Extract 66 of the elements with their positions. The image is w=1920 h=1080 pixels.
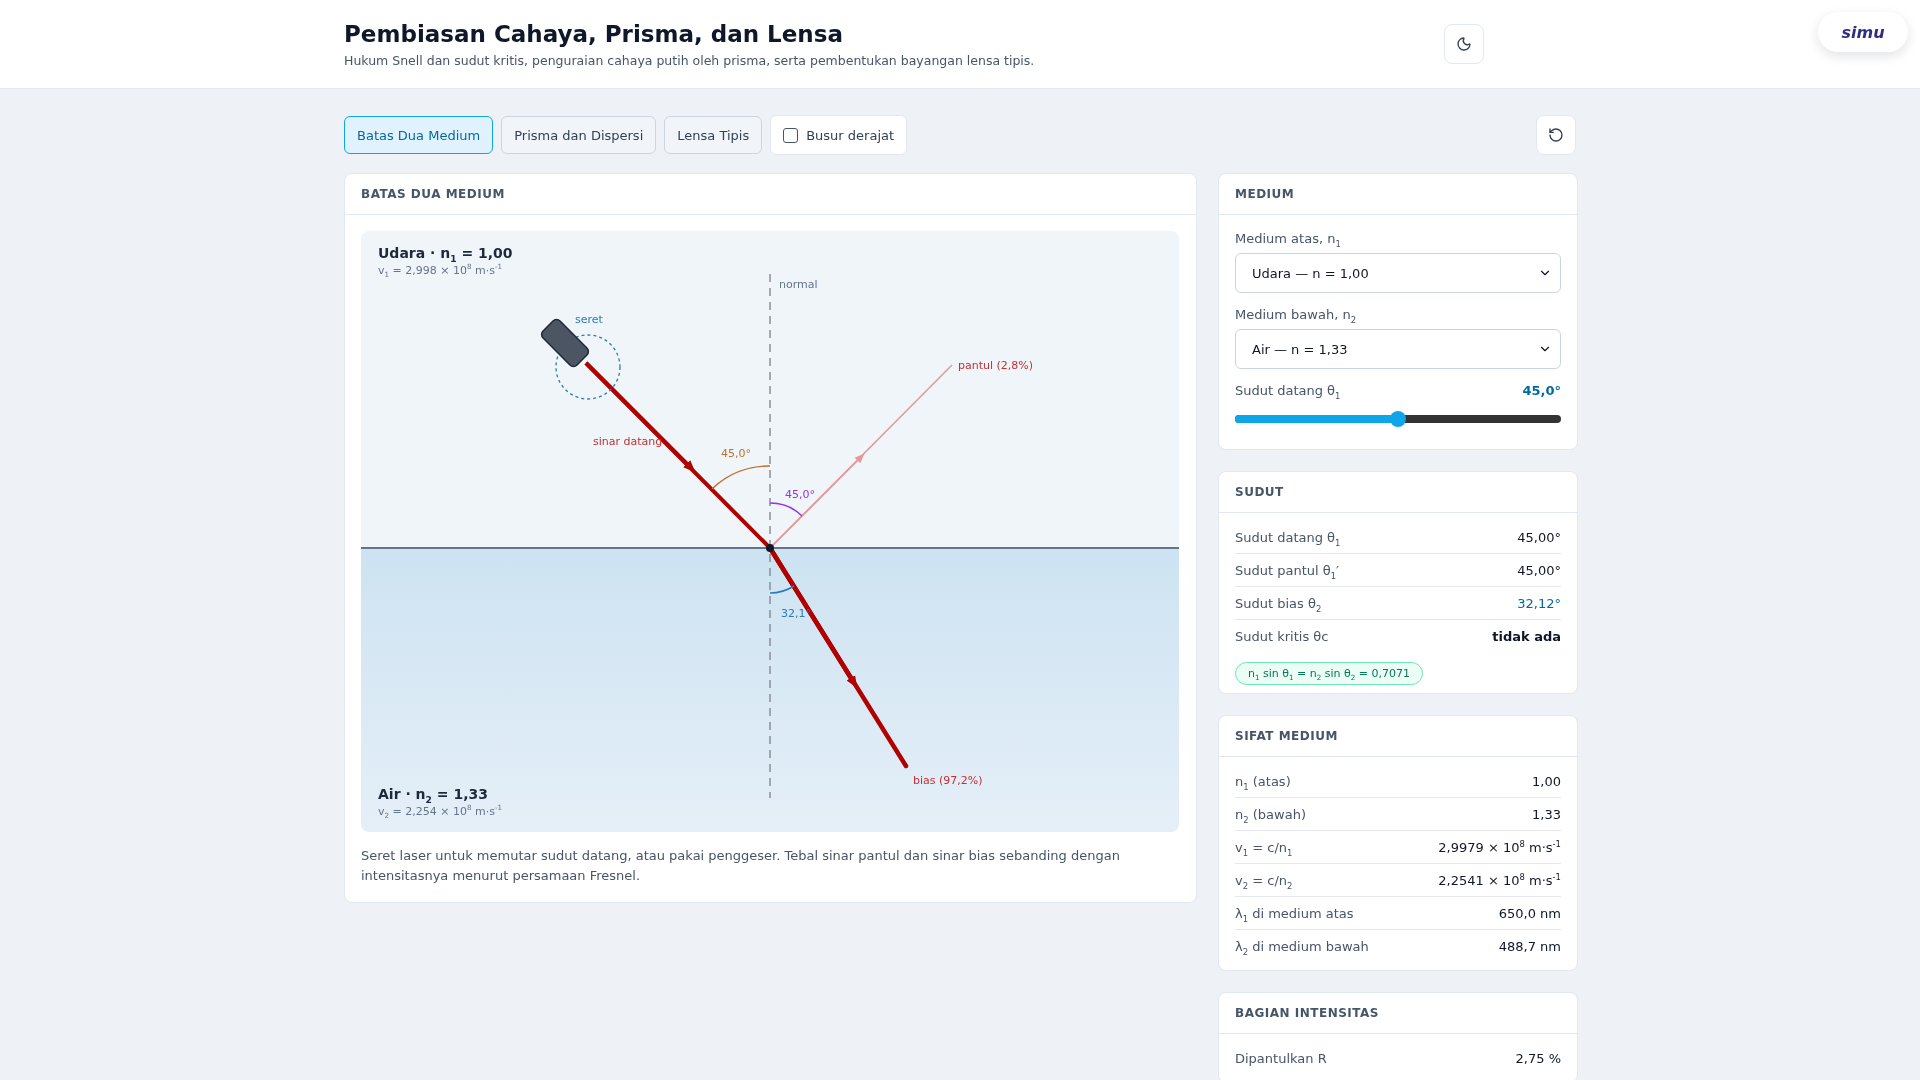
refraction-canvas[interactable]: normal pantul (2,8%) sinar datang bias (97,2%) 45,0° 45,0° 32,1° seret Udara · n$_{1}$ = 1,00 v$_{1}$ = 2,998 × 10$^{8}$ m·s$^{-1}$ Air · n$_{2}$ = 1,33 v$_{2}$ = 2,254 × 10$^{8}$ m·s$^{-1}$: [361, 231, 1179, 832]
incident-label: sinar datang: [593, 435, 663, 448]
upper-speed-label: v$_{1}$ = 2,998 × 10$^{8}$ m·s$^{-1}$: [378, 264, 504, 277]
reset-icon: [1548, 127, 1564, 143]
card-title: BATAS DUA MEDIUM: [345, 174, 1196, 215]
lower-medium-label: Air · n$_{2}$ = 1,33: [378, 786, 489, 802]
drag-label: seret: [575, 313, 603, 326]
refracted-angle-arc: [769, 585, 795, 594]
card-title: SUDUT: [1219, 472, 1577, 513]
reflected-label: pantul (2,8%): [958, 359, 1034, 372]
row-label: λ$_{2}$ di medium bawah: [1235, 938, 1369, 954]
field-label: Sudut datang θ$_{1}$: [1235, 383, 1341, 398]
row-value: 45,00°: [1517, 562, 1561, 578]
protractor-toggle[interactable]: Busur derajat: [770, 115, 908, 155]
row-value: 650,0 nm: [1498, 905, 1561, 921]
mode-tab[interactable]: Batas Dua Medium: [344, 116, 494, 154]
row-value: 488,7 nm: [1498, 938, 1561, 954]
row-label: Dipantulkan R: [1235, 1050, 1327, 1066]
row-value: 1,00: [1532, 773, 1561, 789]
field-label: Medium bawah, n$_{2}$: [1235, 307, 1358, 322]
row-value: 1,33: [1532, 806, 1561, 822]
drag-handle-ring[interactable]: [555, 334, 621, 400]
row-label: n$_{1}$ (atas): [1235, 773, 1291, 789]
mode-tab[interactable]: Prisma dan Dispersi: [501, 116, 657, 154]
row-value: 45,00°: [1517, 529, 1561, 545]
surface-point: [766, 544, 774, 552]
reflected-angle-label: 45,0°: [785, 488, 815, 501]
mode-tab[interactable]: Lensa Tipis: [664, 116, 763, 154]
refracted-label: bias (97,2%): [913, 774, 983, 787]
row-label: Sudut pantul θ$_{1}$′: [1235, 562, 1340, 578]
upper-medium-select[interactable]: Udara — n = 1,00: [1235, 253, 1561, 293]
incident-angle-arc: [711, 465, 771, 490]
lower-speed-label: v$_{2}$ = 2,254 × 10$^{8}$ m·s$^{-1}$: [378, 805, 503, 818]
lower-medium-select[interactable]: Air — n = 1,33: [1235, 329, 1561, 369]
card-title: SIFAT MEDIUM: [1219, 716, 1577, 757]
logo[interactable]: simu: [1818, 12, 1908, 52]
page-subtitle: Hukum Snell dan sudut kritis, penguraian cahaya putih oleh prisma, serta pembentukan bayangan lensa tipis.: [344, 52, 1036, 68]
refracted-angle-label: 32,1°: [781, 607, 811, 620]
card-title: BAGIAN INTENSITAS: [1219, 993, 1577, 1034]
reset-button[interactable]: [1536, 115, 1576, 155]
checkbox[interactable]: [783, 127, 799, 143]
row-value: 2,2541 × 10$^{8}$ m·s$^{-1}$: [1438, 872, 1561, 888]
card-title: MEDIUM: [1219, 174, 1577, 215]
caption-text: Seret laser untuk memutar sudut datang, atau pakai penggeser. Tebal sinar pantul dan sinar bias sebanding dengan intensitasnya menurut persamaan Fresnel.: [361, 847, 1121, 885]
row-label: v$_{1}$ = c/n$_{1}$: [1235, 839, 1293, 855]
upper-medium-label: Udara · n$_{1}$ = 1,00: [378, 245, 513, 261]
row-label: λ$_{1}$ di medium atas: [1235, 905, 1354, 921]
field-label: Medium atas, n$_{1}$: [1235, 231, 1342, 246]
angle-value: 45,0°: [1522, 383, 1561, 400]
page-title: Pembiasan Cahaya, Prisma, dan Lensa: [344, 20, 844, 47]
row-value: 32,12°: [1517, 595, 1561, 611]
row-label: v$_{2}$ = c/n$_{2}$: [1235, 872, 1293, 888]
normal-label: normal: [779, 278, 818, 291]
incident-angle-label: 45,0°: [721, 447, 751, 460]
row-label: n$_{2}$ (bawah): [1235, 806, 1306, 822]
row-label: Sudut datang θ$_{1}$: [1235, 529, 1341, 545]
row-label: Sudut bias θ$_{2}$: [1235, 595, 1322, 611]
reflected-angle-arc: [769, 502, 803, 517]
row-value: 2,75 %: [1515, 1050, 1561, 1066]
dark-mode-button[interactable]: [1444, 24, 1484, 64]
moon-icon: [1456, 36, 1472, 52]
row-value: 2,9979 × 10$^{8}$ m·s$^{-1}$: [1438, 839, 1561, 855]
row-label: Sudut kritis θc: [1235, 628, 1329, 644]
slider-thumb[interactable]: [1390, 411, 1406, 427]
formula-badge: n$_{1}$ sin θ$_{1}$ = n$_{2}$ sin θ$_{2}$ = 0,7071: [1235, 662, 1424, 685]
row-value: tidak ada: [1492, 628, 1561, 644]
